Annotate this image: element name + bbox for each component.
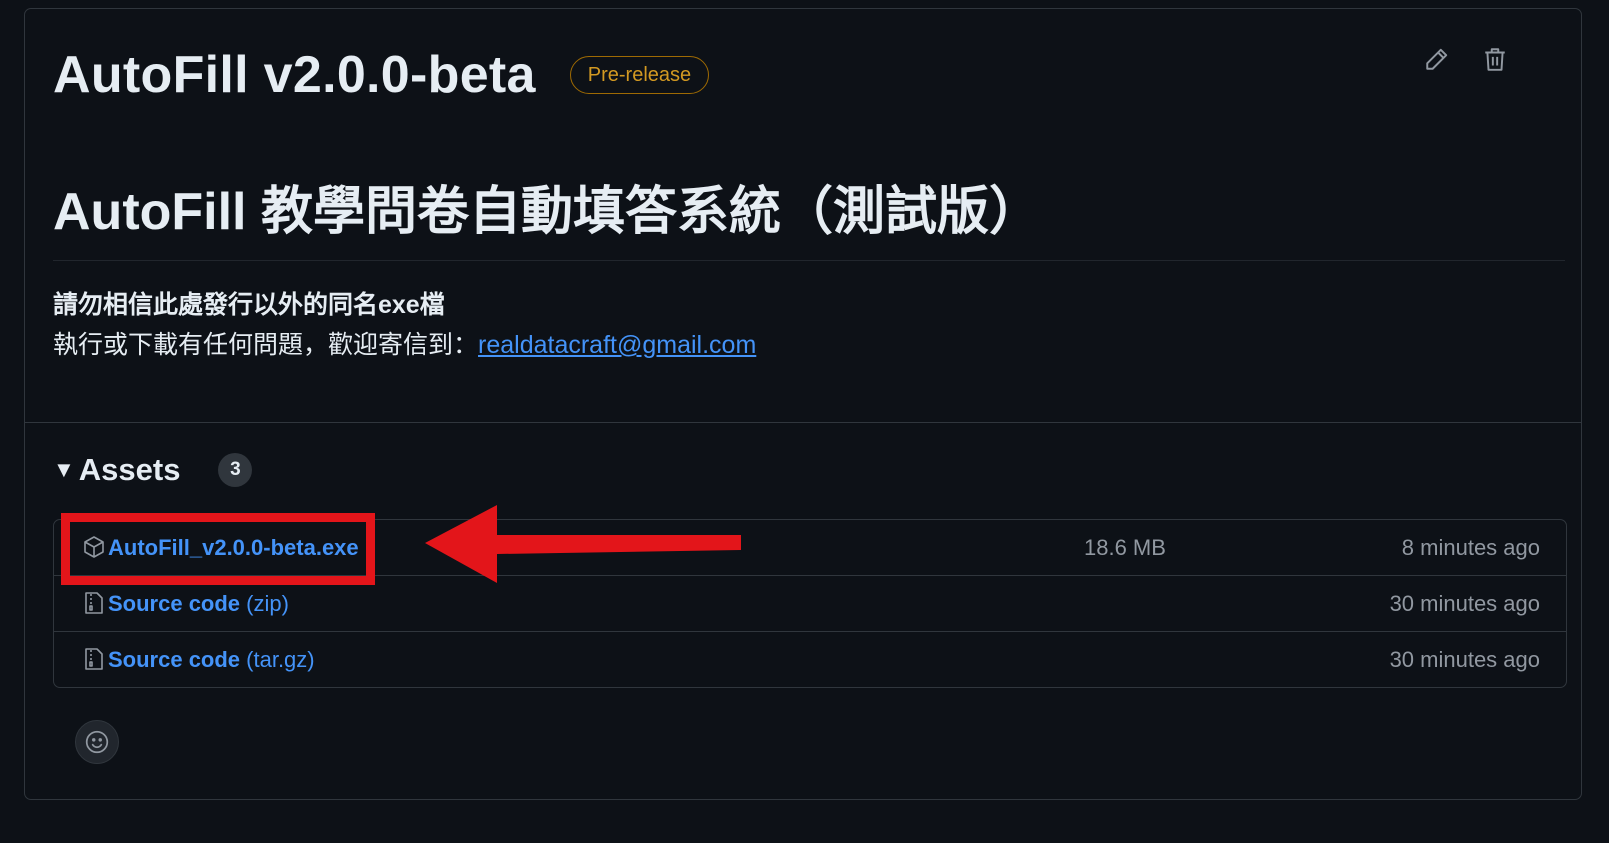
add-reaction-button[interactable] (75, 720, 119, 764)
assets-toggle[interactable]: ▼ Assets 3 (53, 452, 253, 488)
asset-time: 8 minutes ago (1401, 534, 1540, 560)
package-icon (84, 536, 104, 558)
pre-release-badge: Pre-release (569, 56, 710, 94)
release-card: AutoFill v2.0.0-beta Pre-release AutoFil… (24, 8, 1582, 800)
contact-text: 執行或下載有任何問題，歡迎寄信到： (53, 331, 479, 359)
asset-download-link-targz[interactable]: Source code (tar.gz) (108, 647, 315, 673)
asset-name: Source code (108, 646, 241, 672)
asset-name: Source code (108, 590, 241, 616)
asset-format: (zip) (240, 590, 289, 616)
file-zip-icon (85, 648, 103, 670)
warning-notice: 請勿相信此處發行以外的同名exe檔 (53, 291, 445, 319)
release-body-title: AutoFill 教學問卷自動填答系統（測試版） (53, 169, 1565, 261)
asset-format: (tar.gz) (240, 646, 315, 672)
file-zip-icon (85, 592, 103, 614)
asset-size: 18.6 MB (1084, 534, 1166, 560)
assets-label: Assets (78, 452, 181, 487)
assets-count-badge: 3 (218, 453, 253, 487)
asset-time: 30 minutes ago (1389, 590, 1540, 616)
release-title[interactable]: AutoFill v2.0.0-beta (53, 45, 536, 105)
delete-button[interactable] (1477, 41, 1513, 77)
section-divider (25, 422, 1581, 423)
pencil-icon (1426, 48, 1448, 70)
asset-time: 30 minutes ago (1389, 646, 1540, 672)
assets-list: AutoFill_v2.0.0-beta.exe 18.6 MB 8 minut… (53, 519, 1567, 688)
contact-line: 執行或下載有任何問題，歡迎寄信到：realdatacraft@gmail.com (53, 325, 756, 361)
asset-row-targz: Source code (tar.gz) 30 minutes ago (54, 631, 1566, 687)
asset-name: AutoFill_v2.0.0-beta.exe (108, 534, 359, 560)
asset-download-link-zip[interactable]: Source code (zip) (108, 591, 289, 617)
asset-download-link-exe[interactable]: AutoFill_v2.0.0-beta.exe (108, 535, 359, 561)
smiley-icon (85, 730, 109, 754)
contact-email-link[interactable]: realdatacraft@gmail.com (478, 331, 756, 359)
trash-icon (1485, 48, 1505, 71)
asset-row-zip: Source code (zip) 30 minutes ago (54, 575, 1566, 631)
caret-down-icon: ▼ (53, 457, 75, 482)
release-header: AutoFill v2.0.0-beta Pre-release (53, 45, 710, 105)
asset-row-exe: AutoFill_v2.0.0-beta.exe 18.6 MB 8 minut… (54, 520, 1566, 575)
edit-button[interactable] (1419, 41, 1455, 77)
